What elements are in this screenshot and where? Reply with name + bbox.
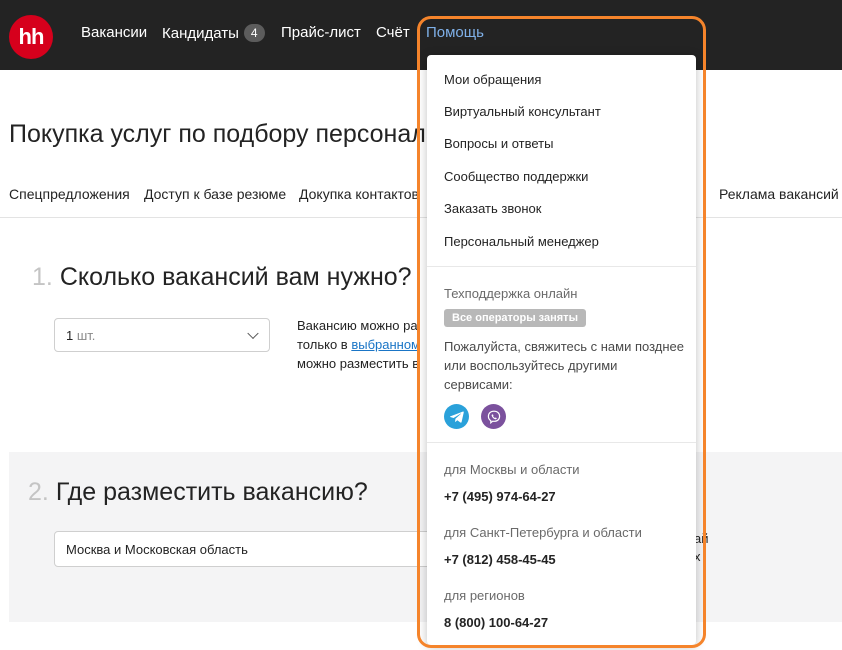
info-line-3: можно разместить в то — [297, 356, 417, 371]
info-line-2: только в выбранном р — [297, 335, 417, 354]
vacancy-count-unit: шт. — [76, 327, 96, 343]
tab-special-offers[interactable]: Спецпредложения — [9, 186, 130, 202]
nav-invoice[interactable]: Счёт — [376, 24, 410, 41]
tab-extra-contacts[interactable]: Докупка контактов — [299, 186, 419, 202]
section2-heading: 2. Где разместить вакансию? — [28, 478, 368, 507]
section1-title: Сколько вакансий вам нужно? — [59, 263, 412, 291]
region-select-value: Москва и Московская область — [66, 541, 248, 557]
nav-candidates-label: Кандидаты — [162, 25, 239, 42]
section1-number: 1. — [32, 263, 53, 291]
region-select[interactable]: Москва и Московская область — [54, 531, 434, 567]
vacancy-count-value: 1 — [66, 327, 74, 343]
nav-vacancies[interactable]: Вакансии — [81, 24, 147, 41]
hh-logo[interactable]: hh — [9, 15, 53, 59]
tab-vacancy-ads[interactable]: Реклама вакансий — [719, 186, 839, 202]
tab-resume-database[interactable]: Доступ к базе резюме — [144, 186, 286, 202]
nav-price-list[interactable]: Прайс-лист — [281, 24, 361, 41]
vacancy-info-text: Вакансию можно разм только в выбранном р… — [297, 316, 417, 373]
page-title: Покупка услуг по подбору персонала — [9, 120, 440, 148]
info-line-2-prefix: только в — [297, 337, 352, 352]
section2-title: Где разместить вакансию? — [55, 478, 368, 506]
section1-heading: 1. Сколько вакансий вам нужно? — [32, 263, 412, 292]
info-line-1: Вакансию можно разм — [297, 318, 417, 333]
highlight-annotation-frame — [417, 16, 706, 648]
vacancy-count-select[interactable]: 1 шт. — [54, 318, 270, 352]
candidates-count-badge: 4 — [243, 24, 265, 42]
nav-candidates[interactable]: Кандидаты 4 — [162, 24, 265, 42]
selected-region-link[interactable]: выбранном р — [351, 337, 417, 352]
section2-number: 2. — [28, 478, 49, 506]
chevron-down-icon — [247, 327, 259, 340]
